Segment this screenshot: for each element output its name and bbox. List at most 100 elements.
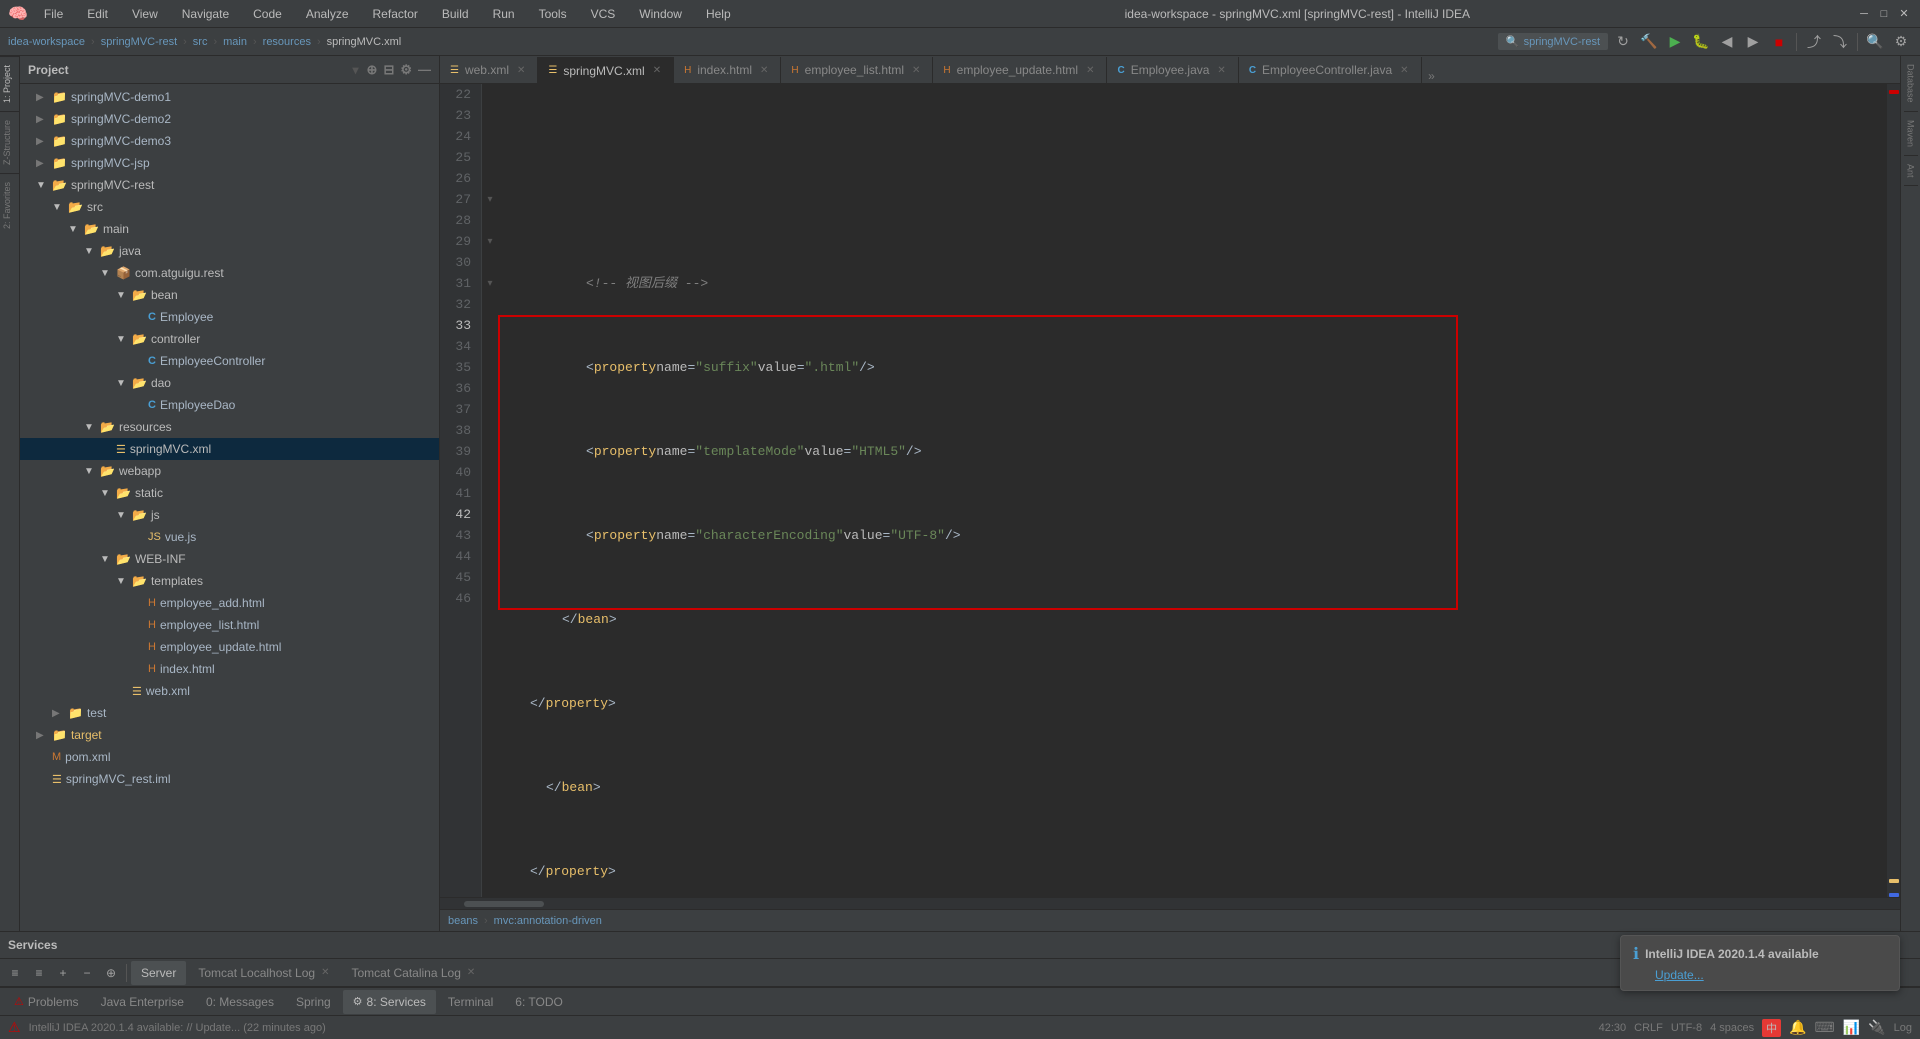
tree-item-springmvc-demo1[interactable]: ▶ 📁 springMVC-demo1	[20, 86, 439, 108]
tree-item-employeecontroller[interactable]: ▶ C EmployeeController	[20, 350, 439, 372]
tree-item-bean[interactable]: ▼ 📂 bean	[20, 284, 439, 306]
more-tabs-button[interactable]: »	[1422, 69, 1442, 83]
collapse-all-icon[interactable]: ⊟	[383, 62, 394, 78]
tab-employeelist[interactable]: H employee_list.html ✕	[781, 57, 933, 83]
tab-close-employeejava[interactable]: ✕	[1217, 65, 1225, 76]
settings-tree-icon[interactable]: ⚙	[400, 62, 412, 78]
status-log[interactable]: Log	[1894, 1022, 1912, 1034]
services-icon-2[interactable]: ≡	[28, 962, 50, 984]
tab-springmvcxml[interactable]: ☰ springMVC.xml ✕	[538, 57, 674, 83]
services-icon-1[interactable]: ≡	[4, 962, 26, 984]
tree-item-webapp[interactable]: ▼ 📂 webapp	[20, 460, 439, 482]
status-plugins-icon[interactable]: 🔌	[1868, 1019, 1885, 1036]
tree-item-target[interactable]: ▶ 📁 target	[20, 724, 439, 746]
search-everywhere-button[interactable]: 🔍 springMVC-rest	[1498, 33, 1608, 50]
tree-item-employee-update[interactable]: ▶ H employee_update.html	[20, 636, 439, 658]
tree-item-main[interactable]: ▼ 📂 main	[20, 218, 439, 240]
menubar-vcs[interactable]: VCS	[583, 5, 624, 23]
favorites-panel-btn[interactable]: 2: Favorites	[0, 173, 19, 237]
tree-item-webinf[interactable]: ▼ 📂 WEB-INF	[20, 548, 439, 570]
close-tomcat-localhost[interactable]: ✕	[321, 967, 329, 978]
tree-item-springmvc-demo3[interactable]: ▶ 📁 springMVC-demo3	[20, 130, 439, 152]
breadcrumb-idea-workspace[interactable]: idea-workspace	[8, 36, 85, 48]
tree-item-package[interactable]: ▼ 📦 com.atguigu.rest	[20, 262, 439, 284]
tab-indexhtml[interactable]: H index.html ✕	[674, 57, 781, 83]
status-encoding[interactable]: UTF-8	[1671, 1022, 1702, 1034]
menubar-navigate[interactable]: Navigate	[174, 5, 237, 23]
tree-item-java[interactable]: ▼ 📂 java	[20, 240, 439, 262]
tab-services[interactable]: ⚙ 8: Services	[343, 990, 436, 1014]
tree-item-employee-list[interactable]: ▶ H employee_list.html	[20, 614, 439, 636]
tab-spring[interactable]: Spring	[286, 990, 341, 1014]
git-button[interactable]: ⤴	[1803, 31, 1825, 53]
menubar-build[interactable]: Build	[434, 5, 477, 23]
breadcrumb-springmvc-rest[interactable]: springMVC-rest	[101, 36, 177, 48]
back-button[interactable]: ◀	[1716, 31, 1738, 53]
ant-panel-btn[interactable]: Ant	[1904, 156, 1918, 187]
tree-item-resources[interactable]: ▼ 📂 resources	[20, 416, 439, 438]
breadcrumb-src[interactable]: src	[193, 36, 208, 48]
tab-close-webxml[interactable]: ✕	[517, 65, 525, 76]
status-indent[interactable]: 4 spaces	[1710, 1022, 1754, 1034]
tree-item-employee-add[interactable]: ▶ H employee_add.html	[20, 592, 439, 614]
tab-employeecontrollerjava[interactable]: C EmployeeController.java ✕	[1239, 57, 1422, 83]
status-notification-text[interactable]: IntelliJ IDEA 2020.1.4 available: // Upd…	[29, 1022, 326, 1034]
menubar-code[interactable]: Code	[245, 5, 290, 23]
tree-item-employeedao[interactable]: ▶ C EmployeeDao	[20, 394, 439, 416]
debug-button[interactable]: 🐛	[1690, 31, 1712, 53]
refresh-button[interactable]: ↻	[1612, 31, 1634, 53]
tree-item-pom[interactable]: ▶ M pom.xml	[20, 746, 439, 768]
close-tomcat-catalina[interactable]: ✕	[467, 967, 475, 978]
maven-panel-btn[interactable]: Maven	[1904, 112, 1918, 156]
tab-close-employeeupdate[interactable]: ✕	[1086, 65, 1094, 76]
close-button[interactable]: ✕	[1896, 6, 1912, 22]
status-beans[interactable]: beans	[448, 915, 478, 927]
tab-webxml[interactable]: ☰ web.xml ✕	[440, 57, 538, 83]
tab-close-springmvcxml[interactable]: ✕	[653, 65, 661, 76]
tree-item-dao[interactable]: ▼ 📂 dao	[20, 372, 439, 394]
database-panel-btn[interactable]: Database	[1904, 56, 1918, 112]
tab-close-indexhtml[interactable]: ✕	[760, 65, 768, 76]
tree-item-static[interactable]: ▼ 📂 static	[20, 482, 439, 504]
tab-close-employeecontrollerjava[interactable]: ✕	[1400, 65, 1408, 76]
tree-item-springmvcxml[interactable]: ▶ ☰ springMVC.xml	[20, 438, 439, 460]
menubar-help[interactable]: Help	[698, 5, 739, 23]
tree-item-vuejs[interactable]: ▶ JS vue.js	[20, 526, 439, 548]
structure-panel-btn[interactable]: Z-Structure	[0, 111, 19, 173]
tree-item-webxml[interactable]: ▶ ☰ web.xml	[20, 680, 439, 702]
update-link[interactable]: Update...	[1655, 968, 1704, 982]
tree-item-springmvc-jsp[interactable]: ▶ 📁 springMVC-jsp	[20, 152, 439, 174]
maximize-button[interactable]: □	[1876, 6, 1892, 22]
tab-problems[interactable]: ⚠ Problems	[4, 990, 89, 1014]
hide-panel-icon[interactable]: —	[418, 62, 431, 78]
tab-employeeupdate[interactable]: H employee_update.html ✕	[933, 57, 1107, 83]
tree-item-js[interactable]: ▼ 📂 js	[20, 504, 439, 526]
tab-tomcat-localhost[interactable]: Tomcat Localhost Log ✕	[188, 961, 339, 985]
menubar-refactor[interactable]: Refactor	[365, 5, 426, 23]
tab-close-employeelist[interactable]: ✕	[912, 65, 920, 76]
tab-terminal[interactable]: Terminal	[438, 990, 503, 1014]
fold-27[interactable]: ▾	[482, 189, 498, 210]
tab-messages[interactable]: 0: Messages	[196, 990, 284, 1014]
minimize-button[interactable]: ─	[1856, 6, 1872, 22]
tree-item-iml[interactable]: ▶ ☰ springMVC_rest.iml	[20, 768, 439, 790]
status-annotation-driven[interactable]: mvc:annotation-driven	[494, 915, 602, 927]
stop-button[interactable]: ■	[1768, 31, 1790, 53]
update-button[interactable]: ⤵	[1829, 31, 1851, 53]
status-keyboard-icon[interactable]: ⌨	[1815, 1019, 1835, 1036]
menubar-file[interactable]: File	[36, 5, 71, 23]
tree-item-springmvc-demo2[interactable]: ▶ 📁 springMVC-demo2	[20, 108, 439, 130]
tab-server[interactable]: Server	[131, 961, 186, 985]
build-button[interactable]: 🔨	[1638, 31, 1660, 53]
tree-item-employee[interactable]: ▶ C Employee	[20, 306, 439, 328]
status-lang-icon[interactable]: 中	[1762, 1019, 1781, 1037]
hscroll-thumb[interactable]	[464, 901, 544, 907]
tree-item-templates[interactable]: ▼ 📂 templates	[20, 570, 439, 592]
tree-item-test[interactable]: ▶ 📁 test	[20, 702, 439, 724]
menubar-run[interactable]: Run	[485, 5, 523, 23]
status-crlf[interactable]: CRLF	[1634, 1022, 1663, 1034]
tree-item-controller[interactable]: ▼ 📂 controller	[20, 328, 439, 350]
status-chart-icon[interactable]: 📊	[1843, 1019, 1860, 1036]
fold-29[interactable]: ▾	[482, 231, 498, 252]
status-bell-icon[interactable]: 🔔	[1789, 1019, 1806, 1036]
